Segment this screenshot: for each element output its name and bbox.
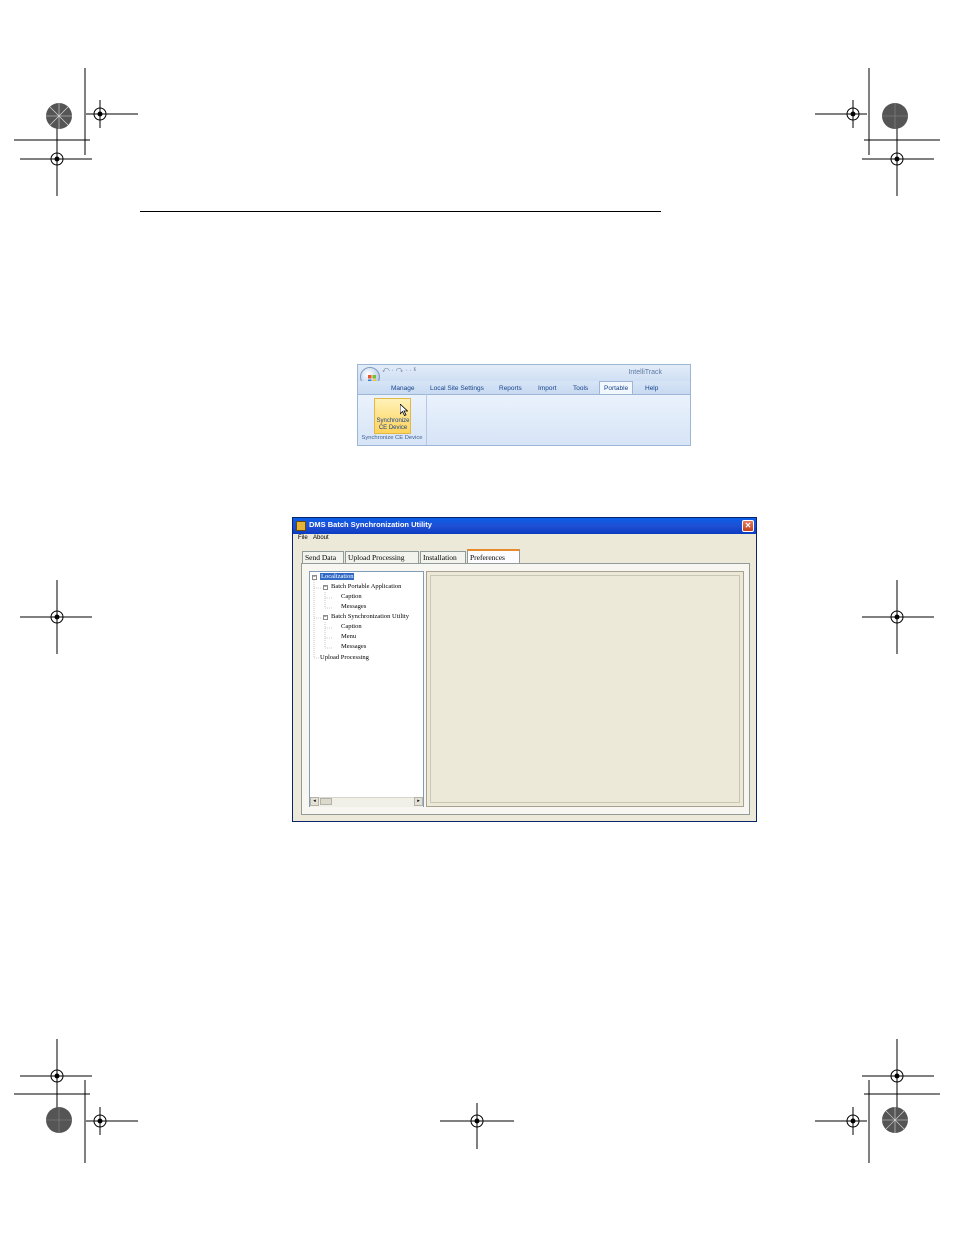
tab-manage[interactable]: Manage: [391, 383, 415, 394]
tree-item-localization[interactable]: Localization: [320, 573, 355, 580]
crosshair-mark-9: [86, 1107, 138, 1135]
menu-bar: [293, 534, 756, 544]
crosshair-mark-11: [815, 1107, 867, 1135]
button-label-line-2: CE Device: [378, 425, 408, 431]
tab-upload-processing[interactable]: Upload Processing: [345, 551, 419, 563]
scroll-left-button[interactable]: ◂: [310, 797, 319, 806]
mouse-cursor-icon: [400, 404, 408, 416]
tab-local-site-settings[interactable]: Local Site Settings: [430, 383, 484, 394]
tree-item-utility-menu[interactable]: Menu: [341, 633, 356, 640]
tab-preferences[interactable]: Preferences: [467, 549, 520, 563]
scroll-right-button[interactable]: ▸: [414, 797, 423, 806]
group-label: Synchronize CE Device: [361, 435, 423, 441]
tree-item-utility-caption[interactable]: Caption: [341, 623, 362, 630]
expander-localization[interactable]: −: [312, 575, 317, 580]
quick-access-toolbar[interactable]: ↶ · ↷ · · ⱛ: [382, 367, 416, 375]
tree-item-batch-synchronization-utility[interactable]: Batch Synchronization Utility: [331, 613, 409, 620]
header-rule: [140, 211, 661, 212]
preferences-content-frame: [430, 575, 740, 803]
menu-file[interactable]: File: [298, 535, 308, 541]
starburst-mark-top-left: [46, 103, 72, 129]
tab-reports[interactable]: Reports: [499, 383, 522, 394]
crosshair-mark-2: [815, 100, 867, 128]
dms-utility-window: DMS Batch Synchronization Utility ✕ File…: [292, 517, 757, 822]
starburst-mark-bottom-right: [882, 1107, 908, 1133]
tree-item-batch-portable-application[interactable]: Batch Portable Application: [331, 583, 401, 590]
tab-portable[interactable]: Portable: [599, 381, 634, 395]
tab-help[interactable]: Help: [645, 383, 658, 394]
scroll-thumb[interactable]: [320, 798, 332, 805]
starburst-mark-top-right: [882, 103, 908, 129]
tree-item-utility-messages[interactable]: Messages: [341, 643, 366, 650]
synchronize-ce-device-label: Synchronize CE Device: [372, 418, 414, 432]
tab-tools[interactable]: Tools: [573, 383, 588, 394]
expander-portable[interactable]: −: [323, 585, 328, 590]
button-label-line-1: Synchronize: [376, 418, 410, 424]
tab-installation[interactable]: Installation: [420, 551, 466, 563]
app-window-icon: [296, 521, 306, 531]
tab-import[interactable]: Import: [538, 383, 556, 394]
crosshair-mark-10: [440, 1103, 514, 1149]
expander-utility[interactable]: −: [323, 615, 328, 620]
tree-item-upload-processing[interactable]: Upload Processing: [320, 654, 369, 661]
menu-about[interactable]: About: [313, 535, 329, 541]
close-button[interactable]: ✕: [742, 520, 754, 532]
app-title: IntelliTrack: [628, 369, 662, 376]
tree-item-portable-messages[interactable]: Messages: [341, 603, 366, 610]
crosshair-mark-1: [86, 100, 138, 128]
tree-item-portable-caption[interactable]: Caption: [341, 593, 362, 600]
window-title: DMS Batch Synchronization Utility: [309, 520, 432, 529]
tab-send-data[interactable]: Send Data: [302, 551, 344, 563]
starburst-mark-bottom-left: [46, 1107, 72, 1133]
ribbon-screenshot: ↶ · ↷ · · ⱛ IntelliTrack Manage Local Si…: [357, 364, 691, 446]
